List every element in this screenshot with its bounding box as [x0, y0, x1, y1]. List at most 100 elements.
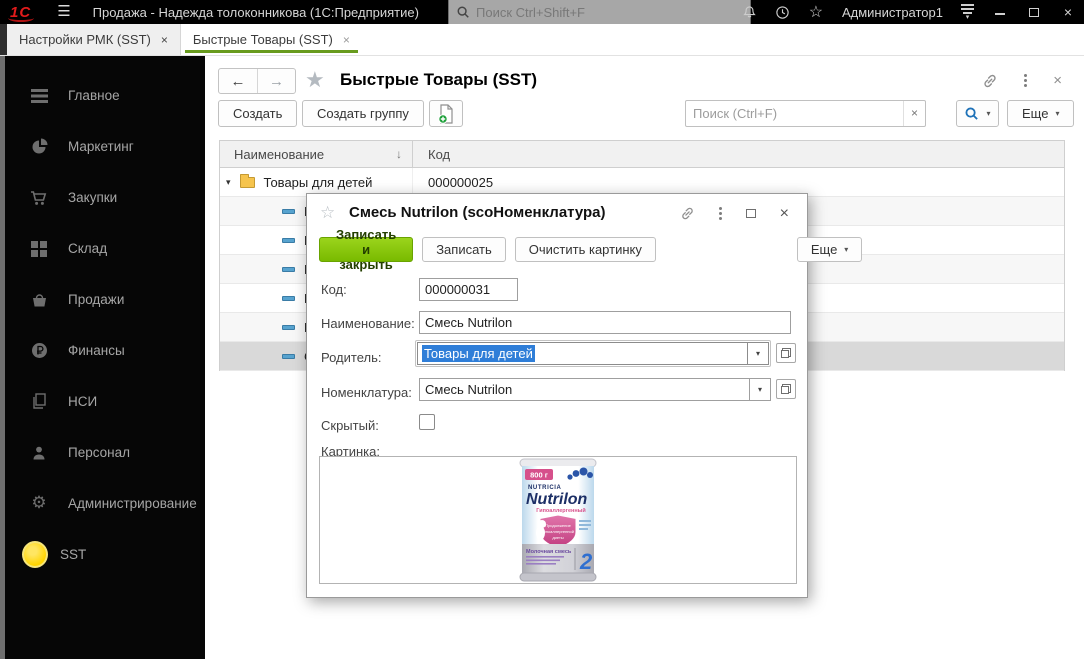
- list-search-input[interactable]: [686, 106, 903, 121]
- list-search-field[interactable]: ×: [685, 100, 926, 127]
- picture-area[interactable]: 800 г NUTRICIA Nutrilon Гипоаллергенный …: [319, 456, 797, 584]
- stacked-pages-icon: [26, 393, 52, 410]
- list-more-button[interactable]: Еще ▾: [1007, 100, 1075, 127]
- window-title: Продажа - Надежда толоконникова (1С:Пред…: [92, 4, 419, 20]
- code-input[interactable]: [420, 279, 517, 300]
- code-field[interactable]: [419, 278, 518, 301]
- item-icon: [282, 353, 295, 359]
- svg-text:гипоаллергенной: гипоаллергенной: [542, 529, 574, 534]
- menu-lines-icon: [26, 88, 52, 103]
- sidebar-item-administrirovanie[interactable]: ⚙ Администрирование: [0, 478, 205, 529]
- sidebar: Главное Маркетинг Закупки Склад Продажи …: [0, 56, 205, 659]
- hidden-label: Скрытый:: [321, 418, 379, 433]
- column-header-name[interactable]: Наименование ↓: [220, 141, 413, 167]
- open-in-form-icon: [781, 348, 791, 358]
- back-button[interactable]: ←: [219, 69, 257, 93]
- name-input[interactable]: [420, 312, 790, 333]
- dialog-title: Смесь Nutrilon (scoНоменклатура): [349, 204, 606, 221]
- sidebar-item-zakupki[interactable]: Закупки: [0, 172, 205, 223]
- parent-input[interactable]: Товары для детей: [417, 342, 748, 365]
- nomenclature-value: Смесь Nutrilon: [425, 382, 513, 397]
- more-menu-kebab-icon[interactable]: [1024, 74, 1028, 87]
- column-header-code[interactable]: Код: [413, 147, 450, 162]
- table-header[interactable]: Наименование ↓ Код: [220, 141, 1064, 168]
- tab-label: Быстрые Товары (SST): [192, 32, 333, 47]
- close-window-button[interactable]: ×: [1060, 4, 1076, 20]
- tab-close-icon[interactable]: ×: [343, 33, 350, 47]
- global-search[interactable]: [448, 0, 751, 24]
- link-icon[interactable]: [680, 206, 695, 221]
- tab-close-icon[interactable]: ×: [161, 33, 168, 47]
- sidebar-item-nsi[interactable]: НСИ: [0, 376, 205, 427]
- dialog-favorite-star-icon[interactable]: ☆: [320, 203, 335, 223]
- basket-icon: [26, 292, 52, 308]
- sst-circle-icon: [22, 541, 48, 568]
- search-icon: [457, 6, 469, 18]
- save-and-close-button[interactable]: Записать и закрыть: [319, 227, 414, 272]
- sidebar-item-finansy[interactable]: Финансы: [0, 325, 205, 376]
- save-button[interactable]: Записать: [422, 237, 506, 262]
- tabbar-edge: [0, 24, 7, 55]
- tab-label: Настройки РМК (SST): [19, 32, 151, 47]
- open-in-form-icon: [781, 384, 791, 394]
- sidebar-item-sklad[interactable]: Склад: [0, 223, 205, 274]
- name-field[interactable]: [419, 311, 791, 334]
- close-form-icon[interactable]: ×: [1053, 72, 1062, 89]
- clear-picture-button[interactable]: Очистить картинку: [514, 237, 656, 262]
- minimize-button[interactable]: [992, 4, 1008, 20]
- hidden-checkbox[interactable]: [419, 414, 435, 430]
- sidebar-item-prodazhi[interactable]: Продажи: [0, 274, 205, 325]
- dialog-more-button[interactable]: Еще ▾: [796, 237, 863, 262]
- parent-open-button[interactable]: [776, 343, 796, 363]
- history-clock-icon[interactable]: [775, 5, 790, 20]
- tabbar: Настройки РМК (SST) × Быстрые Товары (SS…: [0, 24, 1084, 56]
- search-icon: [965, 107, 979, 120]
- forward-button[interactable]: →: [257, 69, 295, 93]
- link-icon[interactable]: [982, 73, 998, 89]
- current-user[interactable]: Администратор1: [842, 5, 943, 20]
- sidebar-item-personal[interactable]: Персонал: [0, 427, 205, 478]
- add-favorite-star-icon[interactable]: ★: [305, 67, 325, 93]
- svg-text:800 г: 800 г: [530, 471, 548, 480]
- shopping-cart-icon: [26, 190, 52, 206]
- sidebar-item-sst[interactable]: SST: [0, 529, 205, 580]
- clear-search-icon[interactable]: ×: [903, 101, 925, 126]
- nomenclature-open-button[interactable]: [776, 379, 796, 399]
- item-icon: [282, 266, 295, 272]
- notifications-bell-icon[interactable]: [742, 5, 757, 20]
- create-new-item-icon-button[interactable]: [429, 100, 463, 127]
- sort-down-icon: ↓: [396, 147, 402, 161]
- parent-dropdown-icon[interactable]: ▾: [748, 342, 769, 365]
- titlebar: 1С ☰ Продажа - Надежда толоконникова (1С…: [0, 0, 1084, 24]
- tab-bystrye-tovary[interactable]: Быстрые Товары (SST) ×: [180, 24, 362, 55]
- maximize-dialog-icon[interactable]: [745, 209, 756, 218]
- app-window: 1С ☰ Продажа - Надежда толоконникова (1С…: [0, 0, 1084, 659]
- advanced-search-button[interactable]: ▾: [956, 100, 999, 127]
- service-settings-icon[interactable]: ▾: [961, 4, 974, 21]
- more-menu-kebab-icon[interactable]: [718, 207, 722, 220]
- ruble-coin-icon: [26, 342, 52, 359]
- main-menu-icon[interactable]: ☰: [57, 0, 70, 24]
- gear-icon: ⚙: [31, 493, 47, 513]
- nomenclature-field[interactable]: Смесь Nutrilon ▾: [419, 378, 771, 401]
- create-group-button[interactable]: Создать группу: [302, 100, 424, 127]
- expander-icon[interactable]: ▾: [226, 177, 231, 188]
- create-button[interactable]: Создать: [218, 100, 298, 127]
- close-dialog-icon[interactable]: ×: [780, 205, 789, 221]
- parent-field[interactable]: Товары для детей ▾: [415, 340, 771, 367]
- name-label: Наименование:: [321, 316, 415, 331]
- item-icon: [282, 295, 295, 301]
- 1c-logo: 1С: [7, 3, 35, 22]
- sidebar-item-glavnoe[interactable]: Главное: [0, 70, 205, 121]
- nomenclature-dropdown-icon[interactable]: ▾: [749, 379, 770, 400]
- svg-text:Молочная смесь: Молочная смесь: [526, 549, 572, 555]
- svg-text:Продолжение: Продолжение: [545, 523, 571, 528]
- code-label: Код:: [321, 282, 347, 297]
- tab-nastroyki-rmk[interactable]: Настройки РМК (SST) ×: [7, 24, 181, 55]
- restore-button[interactable]: [1026, 4, 1043, 20]
- svg-text:Гипоаллергенный: Гипоаллергенный: [536, 507, 586, 514]
- global-search-input[interactable]: [476, 4, 706, 20]
- favorites-star-icon[interactable]: ☆: [808, 2, 824, 22]
- sidebar-item-marketing[interactable]: Маркетинг: [0, 121, 205, 172]
- svg-text:2: 2: [579, 549, 593, 574]
